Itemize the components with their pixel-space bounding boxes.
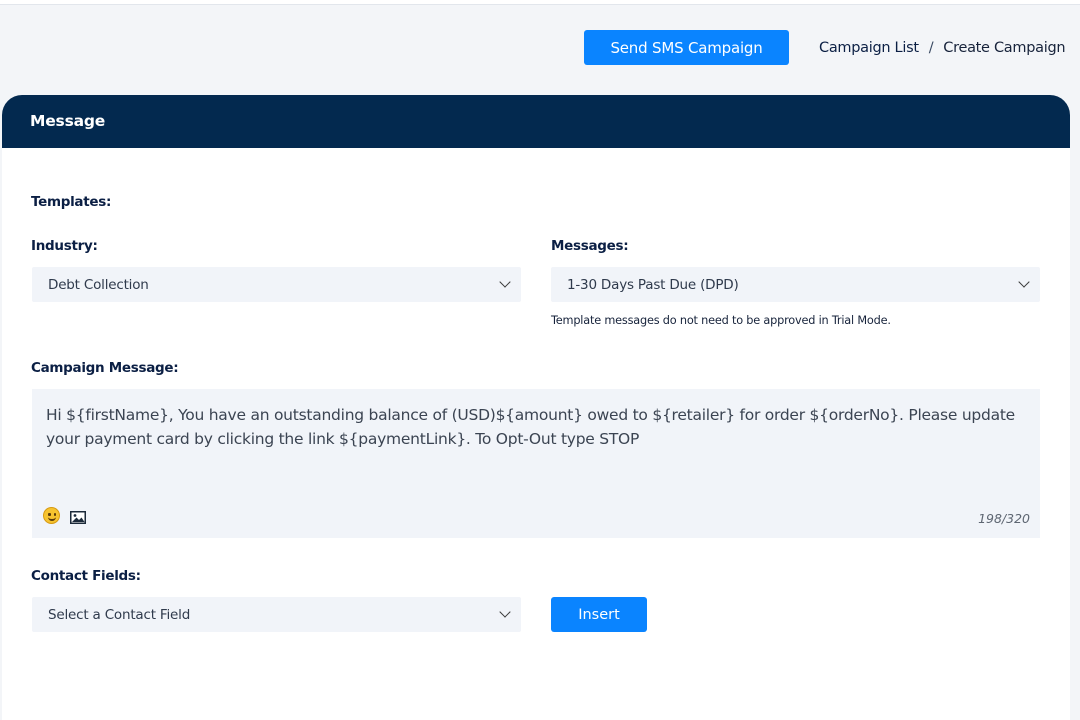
messages-select[interactable]: 1-30 Days Past Due (DPD) <box>551 267 1040 302</box>
campaign-message-label: Campaign Message: <box>31 360 179 376</box>
image-icon[interactable] <box>70 511 86 524</box>
industry-selected-value: Debt Collection <box>48 276 149 293</box>
campaign-message-textarea[interactable]: Hi ${firstName}, You have an outstanding… <box>32 389 1040 538</box>
message-card: Message Templates: Industry: Debt Collec… <box>2 95 1070 720</box>
card-title: Message <box>2 95 1070 148</box>
top-bar <box>0 0 1080 5</box>
emoji-icon[interactable] <box>43 507 60 524</box>
campaign-message-text[interactable]: Hi ${firstName}, You have an outstanding… <box>46 403 1021 451</box>
messages-label: Messages: <box>551 238 629 254</box>
insert-button[interactable]: Insert <box>551 597 647 632</box>
industry-select[interactable]: Debt Collection <box>32 267 521 302</box>
contact-field-selected-value: Select a Contact Field <box>48 606 191 623</box>
contact-fields-label: Contact Fields: <box>31 568 141 584</box>
chevron-down-icon <box>499 606 511 618</box>
chevron-down-icon <box>1018 276 1030 288</box>
templates-label: Templates: <box>31 194 112 210</box>
chevron-down-icon <box>499 276 511 288</box>
breadcrumb-separator: / <box>928 40 934 56</box>
messages-hint: Template messages do not need to be appr… <box>551 314 891 327</box>
send-sms-campaign-button[interactable]: Send SMS Campaign <box>584 30 789 65</box>
character-counter: 198/320 <box>978 511 1030 526</box>
industry-label: Industry: <box>31 238 98 254</box>
contact-field-select[interactable]: Select a Contact Field <box>32 597 521 632</box>
breadcrumb-current: Create Campaign <box>943 40 1066 56</box>
breadcrumb-campaign-list-link[interactable]: Campaign List <box>819 40 919 56</box>
messages-selected-value: 1-30 Days Past Due (DPD) <box>567 276 739 293</box>
breadcrumb: Campaign List / Create Campaign <box>819 39 1066 57</box>
